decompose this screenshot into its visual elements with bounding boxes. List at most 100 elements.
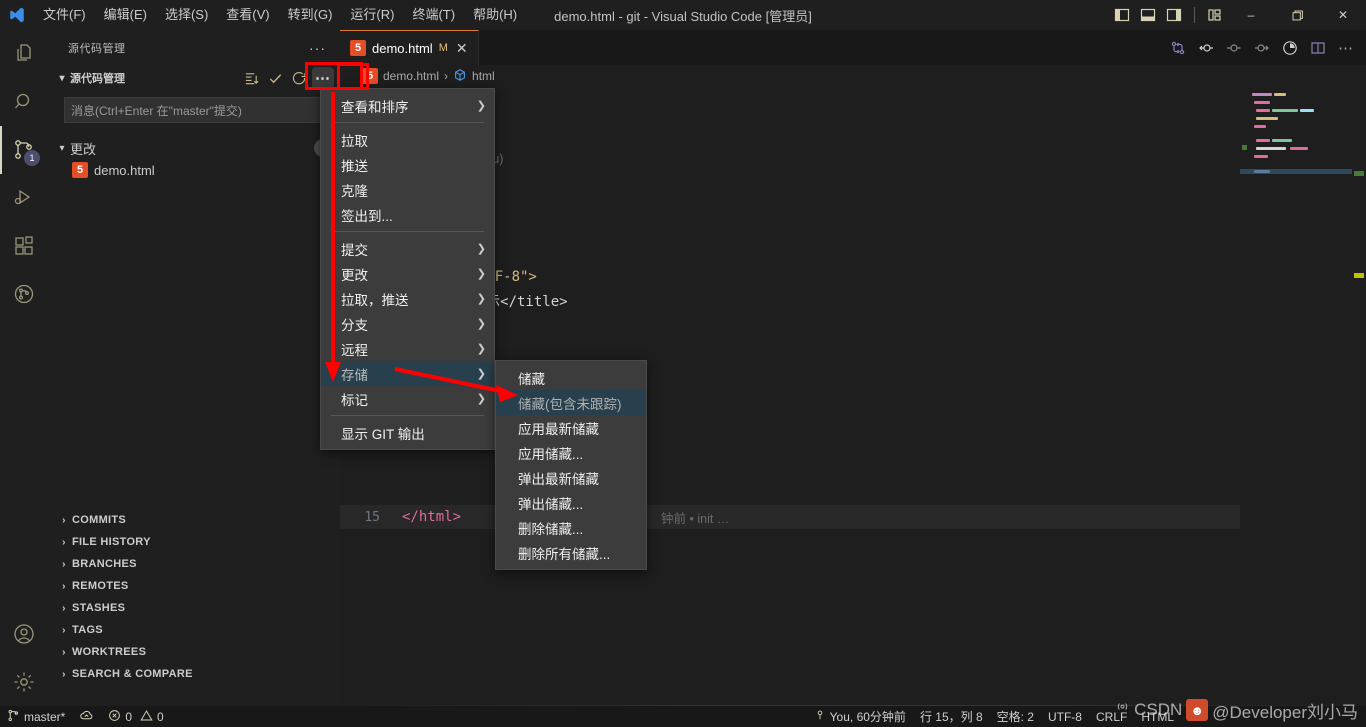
menu-item-stash[interactable]: 存储 ❯ (321, 361, 494, 386)
activity-search[interactable] (0, 78, 48, 126)
toggle-primary-sidebar-icon[interactable] (1109, 0, 1135, 30)
section-branches[interactable]: › BRANCHES (48, 553, 340, 575)
activity-source-control[interactable]: 1 (0, 126, 48, 174)
menu-selection[interactable]: 选择(S) (156, 0, 217, 30)
toggle-secondary-sidebar-icon[interactable] (1161, 0, 1187, 30)
split-editor-icon[interactable] (1306, 34, 1330, 62)
git-compare-icon[interactable] (1166, 34, 1190, 62)
submenu-item-drop-stash[interactable]: 删除储藏... (496, 515, 646, 540)
previous-change-icon[interactable] (1194, 34, 1218, 62)
status-live-share[interactable] (1181, 706, 1209, 727)
activity-manage-gear[interactable] (0, 658, 48, 706)
commit-message-placeholder: 消息(Ctrl+Enter 在"master"提交) (71, 102, 242, 119)
menu-item-clone[interactable]: 克隆 (321, 177, 494, 202)
status-blame[interactable]: You, 60分钟前 (807, 706, 913, 727)
menu-item-changes[interactable]: 更改 ❯ (321, 261, 494, 286)
submenu-item-apply-latest-stash[interactable]: 应用最新储藏 (496, 415, 646, 440)
menu-item-view-and-sort[interactable]: 查看和排序 ❯ (321, 93, 494, 118)
section-label: REMOTES (72, 580, 129, 592)
menu-item-pull[interactable]: 拉取 (321, 127, 494, 152)
changed-file-row[interactable]: 5 demo.html (48, 159, 340, 181)
menu-item-checkout-to[interactable]: 签出到... (321, 202, 494, 227)
minimize-button[interactable]: – (1228, 0, 1274, 30)
chevron-right-icon: › (56, 669, 72, 680)
customize-layout-icon[interactable] (1202, 0, 1228, 30)
section-file-history[interactable]: › FILE HISTORY (48, 531, 340, 553)
menu-help[interactable]: 帮助(H) (464, 0, 526, 30)
scm-more-actions-icon[interactable]: ⋯ (312, 67, 334, 89)
next-change-icon[interactable] (1250, 34, 1274, 62)
tab-close-icon[interactable]: ✕ (456, 40, 468, 57)
maximize-button[interactable] (1274, 0, 1320, 30)
activity-accounts[interactable] (0, 610, 48, 658)
minimap[interactable] (1240, 87, 1352, 706)
status-sync[interactable] (72, 706, 101, 727)
submenu-item-label: 应用最新储藏 (518, 418, 599, 438)
sidebar-more-icon[interactable]: ··· (303, 40, 332, 56)
menu-file[interactable]: 文件(F) (34, 0, 95, 30)
menu-item-remote[interactable]: 远程 ❯ (321, 336, 494, 361)
editor-scrollbar[interactable] (1352, 87, 1366, 706)
sync-cloud-icon (79, 708, 94, 726)
toggle-panel-icon[interactable] (1135, 0, 1161, 30)
status-indentation[interactable]: 空格: 2 (990, 706, 1041, 727)
section-stashes[interactable]: › STASHES (48, 597, 340, 619)
chevron-right-icon: › (56, 603, 72, 614)
section-search-compare[interactable]: › SEARCH & COMPARE (48, 663, 340, 685)
section-worktrees[interactable]: › WORKTREES (48, 641, 340, 663)
scm-context-menu[interactable]: 查看和排序 ❯ 拉取 推送 克隆 签出到... 提交 ❯ 更改 ❯ 拉取，推送 … (320, 88, 495, 450)
toolbar-separator (1194, 7, 1195, 23)
submenu-item-stash-include-untracked[interactable]: 储藏(包含未跟踪) (496, 390, 646, 415)
breadcrumb-file[interactable]: demo.html (383, 69, 439, 83)
commit-message-input[interactable]: 消息(Ctrl+Enter 在"master"提交) (64, 97, 330, 123)
activity-explorer[interactable] (0, 30, 48, 78)
breadcrumb-symbol[interactable]: html (472, 69, 495, 83)
editor-more-actions-icon[interactable]: ⋯ (1334, 34, 1358, 62)
menu-item-pull-push[interactable]: 拉取，推送 ❯ (321, 286, 494, 311)
tab-demo-html[interactable]: 5 demo.html M ✕ (340, 30, 479, 65)
status-language-mode[interactable]: HTML (1134, 706, 1181, 727)
tab-dirty-marker: M (439, 42, 448, 54)
status-branch[interactable]: master* (0, 706, 72, 727)
status-eol[interactable]: CRLF (1089, 706, 1134, 727)
refresh-icon[interactable] (288, 67, 310, 89)
status-bell[interactable] (1209, 706, 1366, 727)
status-encoding[interactable]: UTF-8 (1041, 706, 1089, 727)
submenu-item-drop-all-stashes[interactable]: 删除所有储藏... (496, 540, 646, 565)
status-branch-label: master* (24, 710, 65, 724)
section-tags[interactable]: › TAGS (48, 619, 340, 641)
section-commits[interactable]: › COMMITS (48, 509, 340, 531)
menu-run[interactable]: 运行(R) (341, 0, 403, 30)
scm-section-header[interactable]: ▾ 源代码管理 ⋯ (48, 65, 340, 91)
menu-separator (331, 415, 484, 416)
section-remotes[interactable]: › REMOTES (48, 575, 340, 597)
menu-bar: 文件(F) 编辑(E) 选择(S) 查看(V) 转到(G) 运行(R) 终端(T… (34, 0, 526, 30)
status-cursor-position[interactable]: 行 15，列 8 (913, 706, 990, 727)
activity-git-graph[interactable] (0, 270, 48, 318)
submenu-item-pop-stash[interactable]: 弹出储藏... (496, 490, 646, 515)
view-and-sort-icon[interactable] (240, 67, 262, 89)
commit-check-icon[interactable] (264, 67, 286, 89)
activity-run-debug[interactable] (0, 174, 48, 222)
menu-item-push[interactable]: 推送 (321, 152, 494, 177)
menu-terminal[interactable]: 终端(T) (403, 0, 464, 30)
menu-item-show-git-output[interactable]: 显示 GIT 输出 (321, 420, 494, 445)
menu-item-tags[interactable]: 标记 ❯ (321, 386, 494, 411)
submenu-item-pop-latest-stash[interactable]: 弹出最新储藏 (496, 465, 646, 490)
current-change-icon[interactable] (1222, 34, 1246, 62)
submenu-item-apply-stash[interactable]: 应用储藏... (496, 440, 646, 465)
menu-item-label: 拉取，推送 (341, 289, 409, 309)
menu-edit[interactable]: 编辑(E) (95, 0, 156, 30)
status-problems[interactable]: 0 0 (101, 706, 170, 727)
close-button[interactable]: ✕ (1320, 0, 1366, 30)
activity-extensions[interactable] (0, 222, 48, 270)
menu-view[interactable]: 查看(V) (217, 0, 278, 30)
submenu-item-stash[interactable]: 储藏 (496, 365, 646, 390)
stash-submenu[interactable]: 储藏 储藏(包含未跟踪) 应用最新储藏 应用储藏... 弹出最新储藏 弹出储藏.… (495, 360, 647, 570)
menu-item-branch[interactable]: 分支 ❯ (321, 311, 494, 336)
menu-item-commit[interactable]: 提交 ❯ (321, 236, 494, 261)
menu-item-label: 更改 (341, 264, 368, 284)
changes-group-row[interactable]: ▾ 更改 1 (48, 137, 340, 159)
toggle-blame-icon[interactable] (1278, 34, 1302, 62)
menu-go[interactable]: 转到(G) (279, 0, 342, 30)
